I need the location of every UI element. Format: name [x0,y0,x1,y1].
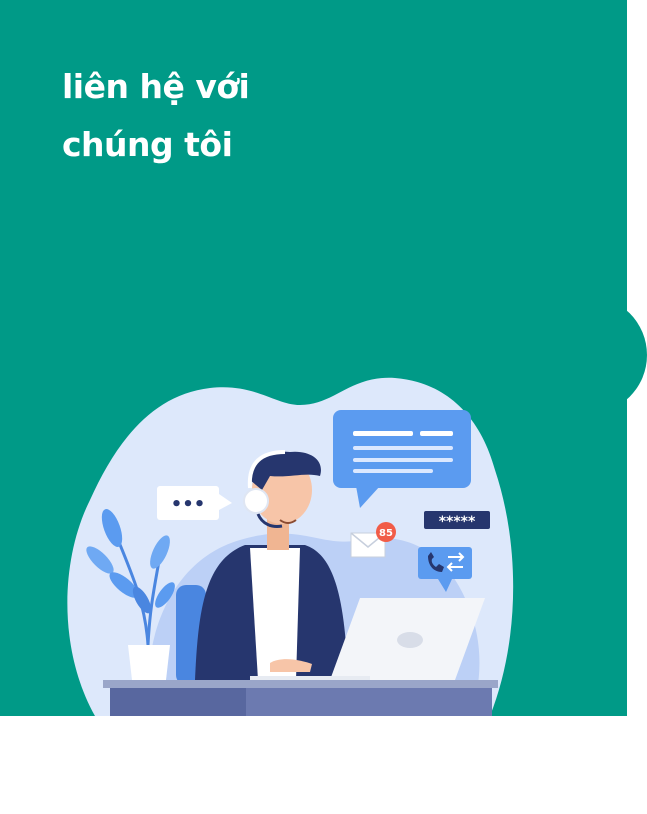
customer-support-illustration: ••• 85 ***** [67,377,514,716]
desk-top [103,680,498,688]
desk-drawer [110,688,246,716]
password-mask: ***** [439,514,476,530]
password-field-icon: ***** [424,511,490,530]
typing-dots: ••• [171,494,206,515]
notification-count: 85 [379,528,393,539]
